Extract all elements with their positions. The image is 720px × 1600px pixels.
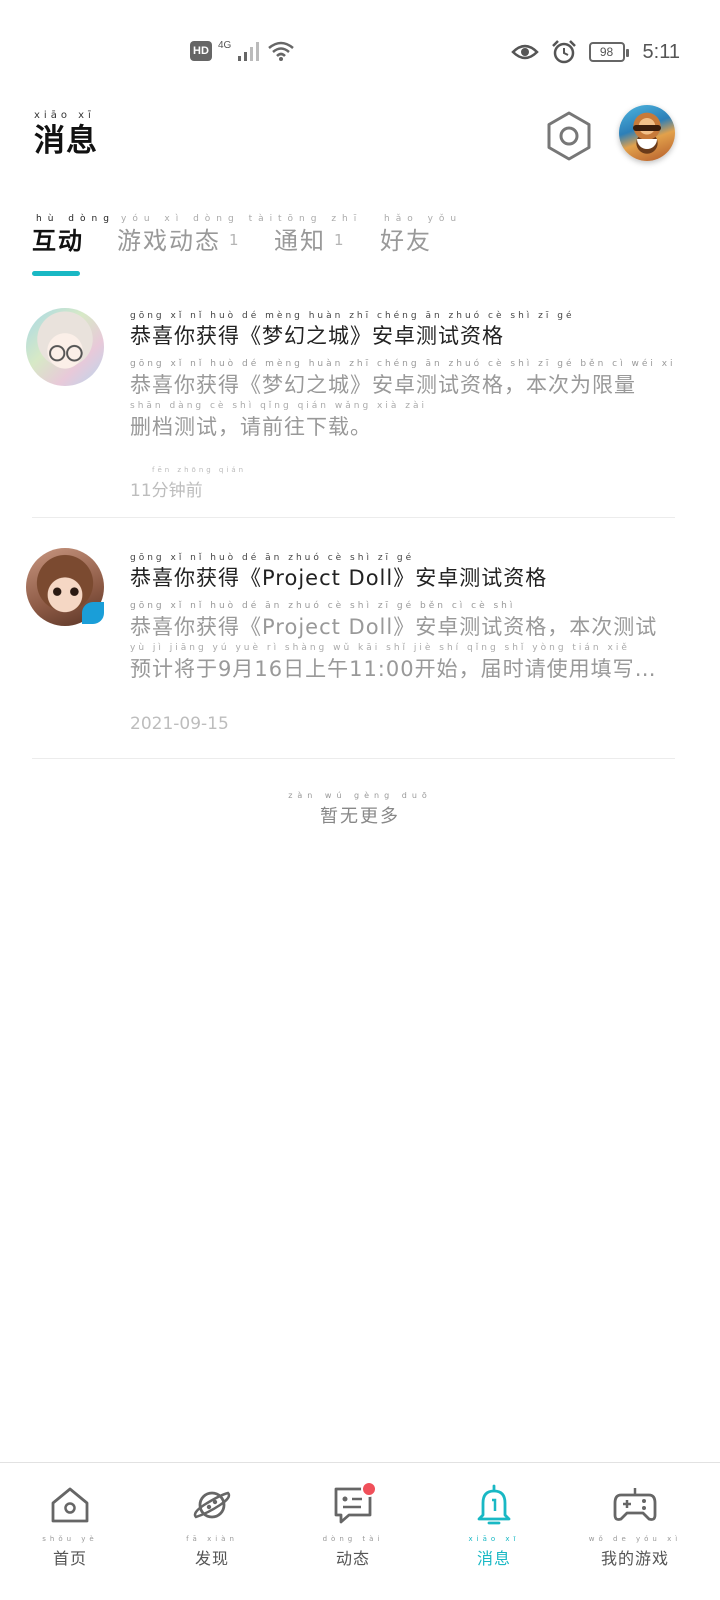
- page-title: xiāo xī 消息: [34, 110, 98, 160]
- notification-badge: [361, 1481, 377, 1497]
- end-of-list: zàn wú gèng duō 暂无更多: [0, 790, 720, 828]
- nav-home[interactable]: shǒu yè 首页: [15, 1483, 125, 1569]
- user-avatar[interactable]: [619, 105, 675, 161]
- page-title-pinyin: xiāo xī: [34, 110, 95, 121]
- message-title-pinyin: gōng xǐ nǐ huò dé mèng huàn zhī chéng ān…: [130, 311, 575, 321]
- nav-pinyin: shǒu yè: [42, 1535, 98, 1543]
- message-desc-pinyin: gōng xǐ nǐ huò dé mèng huàn zhī chéng ān…: [130, 359, 675, 369]
- battery-indicator: 98: [588, 42, 629, 62]
- message-desc-pinyin: yù jì jiāng yú yuè rì shàng wǔ kāi shǐ j…: [130, 643, 630, 653]
- gamepad-icon: [613, 1483, 657, 1527]
- message-title: 恭喜你获得《梦幻之城》安卓测试资格: [130, 324, 504, 348]
- tab-label: 游戏动态: [117, 227, 221, 255]
- message-desc-pinyin: gōng xǐ nǐ huò dé ān zhuó cè shì zī gé b…: [130, 601, 516, 611]
- status-right: 98 5:11: [510, 40, 680, 64]
- message-desc: 恭喜你获得《梦幻之城》安卓测试资格，本次为限量 shān dàng cè shì…: [130, 370, 675, 442]
- nav-feed[interactable]: dòng tài 动态: [298, 1481, 408, 1569]
- tab-label: 好友: [380, 227, 432, 255]
- nav-label: 发现: [194, 1549, 229, 1568]
- tab-pinyin: hù dòng: [36, 214, 115, 224]
- message-title: 恭喜你获得《Project Doll》安卓测试资格: [130, 566, 548, 590]
- divider: [32, 517, 675, 518]
- message-desc-pinyin: shān dàng cè shì qǐng qián wǎng xià zài: [130, 401, 427, 411]
- status-left: HD 4G: [190, 40, 295, 62]
- avatar-brow: [633, 125, 661, 131]
- status-bar: HD 4G 98 5:11: [0, 0, 720, 100]
- active-tab-indicator: [32, 271, 80, 276]
- nav-discover[interactable]: fā xiàn 发现: [157, 1483, 267, 1569]
- tab-friends[interactable]: hǎo yǒu 好友: [380, 213, 462, 257]
- nav-messages[interactable]: xiāo xī 消息: [439, 1483, 549, 1569]
- nav-pinyin: fā xiàn: [186, 1535, 238, 1543]
- nav-label: 首页: [52, 1549, 87, 1568]
- bell-icon: [472, 1483, 516, 1527]
- nav-pinyin: dòng tài: [322, 1535, 384, 1543]
- avatar-mouth: [637, 139, 657, 149]
- hd-badge: HD: [190, 41, 212, 61]
- sender-avatar[interactable]: [26, 308, 104, 386]
- end-of-list-text: 暂无更多: [320, 806, 400, 827]
- tab-pinyin: tōng zhī: [278, 214, 363, 224]
- message-time: 2021-09-15: [130, 714, 229, 734]
- nav-label: 消息: [476, 1549, 511, 1568]
- tab-label: 通知: [274, 227, 326, 255]
- message-tabs: hù dòng 互动 yóu xì dòng tài 游戏动态 1 tōng zh…: [32, 213, 692, 273]
- tab-game-news[interactable]: yóu xì dòng tài 游戏动态 1: [117, 213, 278, 257]
- end-of-list-pinyin: zàn wú gèng duō: [288, 791, 432, 800]
- message-body: gōng xǐ nǐ huò dé ān zhuó cè shì zī gé 恭…: [130, 552, 675, 734]
- clock: 5:11: [642, 40, 680, 63]
- nav-label: 我的游戏: [600, 1549, 669, 1568]
- tab-count: 1: [334, 231, 344, 249]
- message-title-pinyin: gōng xǐ nǐ huò dé ān zhuó cè shì zī gé: [130, 553, 415, 563]
- tab-notifications[interactable]: tōng zhī 通知 1: [274, 213, 362, 257]
- eye-icon: [510, 44, 539, 60]
- message-desc-line: 预计将于9月16日上午11:00开始，届时请使用填写…: [130, 657, 657, 681]
- settings-button[interactable]: [545, 110, 593, 162]
- divider: [32, 758, 675, 759]
- wifi-icon: [268, 41, 295, 61]
- planet-icon: [190, 1483, 234, 1527]
- message-time: fēn zhōng qián 11分钟前: [130, 464, 675, 501]
- nav-label: 动态: [335, 1549, 370, 1568]
- tab-count: 1: [229, 231, 239, 249]
- message-time-pinyin: fēn zhōng qián: [152, 466, 247, 474]
- message-body: gōng xǐ nǐ huò dé mèng huàn zhī chéng ān…: [130, 310, 675, 501]
- message-desc-line: 删档测试，请前往下载。: [130, 415, 372, 439]
- message-desc-line: 恭喜你获得《梦幻之城》安卓测试资格，本次为限量: [130, 373, 636, 397]
- signal-icon: [238, 42, 260, 61]
- network-type: 4G: [218, 39, 232, 51]
- message-desc: 恭喜你获得《Project Doll》安卓测试资格，本次测试 yù jì jiā…: [130, 612, 675, 684]
- nav-my-games[interactable]: wǒ de yóu xì 我的游戏: [580, 1483, 690, 1569]
- bottom-navigation: shǒu yè 首页 fā xiàn 发现 dòng tài 动态 xiāo x…: [0, 1462, 720, 1600]
- message-desc-line: 恭喜你获得《Project Doll》安卓测试资格，本次测试: [130, 615, 658, 639]
- nav-pinyin: xiāo xī: [468, 1535, 520, 1543]
- page-title-text: 消息: [34, 123, 98, 159]
- verified-badge: [82, 602, 104, 624]
- tab-pinyin: hǎo yǒu: [384, 214, 463, 224]
- tab-label: 互动: [32, 227, 84, 255]
- message-time-text: 11分钟前: [130, 481, 203, 501]
- chat-icon: [331, 1481, 377, 1527]
- tab-interaction[interactable]: hù dòng 互动: [32, 213, 115, 257]
- alarm-icon: [551, 40, 576, 64]
- settings-icon: [547, 111, 591, 161]
- nav-pinyin: wǒ de yóu xì: [588, 1535, 682, 1543]
- tab-pinyin: yóu xì dòng tài: [121, 214, 279, 224]
- home-icon: [48, 1483, 92, 1527]
